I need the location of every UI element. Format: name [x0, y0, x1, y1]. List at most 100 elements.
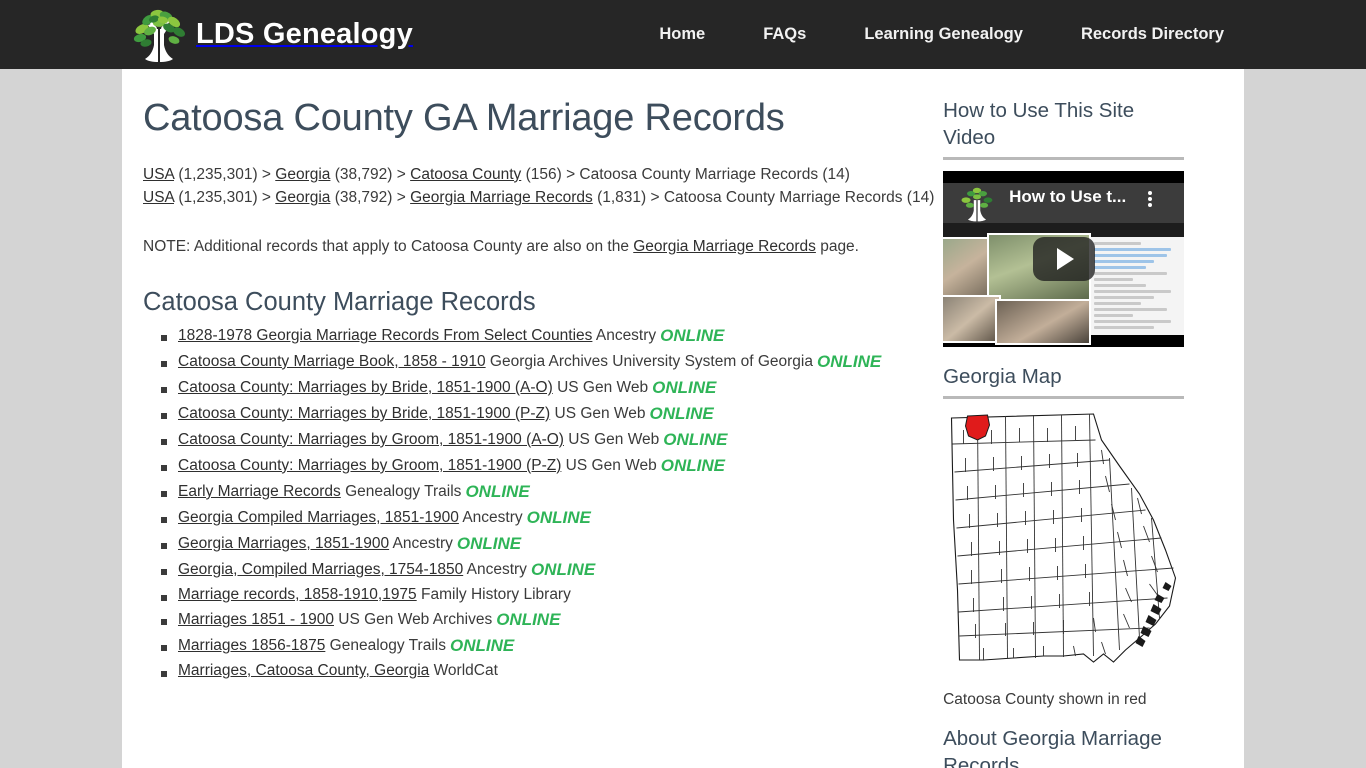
record-list-item: Catoosa County: Marriages by Groom, 1851… — [161, 431, 939, 448]
online-status-badge: ONLINE — [526, 507, 591, 527]
record-source: WorldCat — [429, 662, 498, 680]
play-button-icon[interactable] — [1032, 237, 1095, 282]
nav-item-faqs[interactable]: FAQs — [734, 25, 835, 44]
record-source: Genealogy Trails — [340, 482, 462, 500]
note-suffix: page. — [815, 237, 859, 255]
breadcrumb-text: (1,235,301) > — [174, 165, 276, 183]
nav-item-records-directory[interactable]: Records Directory — [1052, 25, 1224, 44]
sidebar-section-video: How to Use This Site Video How to Use t.… — [943, 97, 1185, 348]
record-link[interactable]: Georgia, Compiled Marriages, 1754-1850 — [178, 561, 463, 578]
sidebar-section-about: About Georgia Marriage Records Marriage … — [943, 725, 1184, 768]
online-status-badge: ONLINE — [652, 377, 717, 397]
record-source: Family History Library — [416, 585, 571, 603]
record-link[interactable]: Georgia Compiled Marriages, 1851-1900 — [178, 509, 459, 526]
collage-photo — [943, 295, 1002, 344]
record-list-item: Early Marriage Records Genealogy Trails O… — [161, 483, 939, 500]
record-source: US Gen Web — [561, 456, 657, 474]
site-header: LDS Genealogy Home FAQs Learning Genealo… — [0, 0, 1366, 69]
record-link[interactable]: Catoosa County: Marriages by Bride, 1851… — [178, 405, 550, 422]
sidebar-section-map: Georgia Map Catoosa County shown in red — [943, 363, 1185, 709]
breadcrumb-link[interactable]: Catoosa County — [410, 166, 521, 183]
section-title: Catoosa County Marriage Records — [143, 287, 536, 316]
page-container: Catoosa County GA Marriage Records USA (… — [122, 69, 1244, 768]
online-status-badge: ONLINE — [530, 559, 596, 579]
record-source: US Gen Web — [563, 430, 660, 448]
record-source: US Gen Web — [550, 404, 646, 422]
online-status-badge: ONLINE — [649, 403, 714, 423]
breadcrumb-link[interactable]: Georgia Marriage Records — [410, 189, 593, 206]
record-link[interactable]: Georgia Marriages, 1851-1900 — [178, 535, 389, 552]
online-status-badge: ONLINE — [663, 429, 728, 449]
video-title: How to Use t... — [1009, 187, 1127, 207]
georgia-county-map — [943, 410, 1185, 684]
note-prefix: NOTE: Additional records that apply to C… — [143, 237, 634, 255]
record-link[interactable]: Catoosa County: Marriages by Groom, 1851… — [178, 431, 564, 448]
record-list-item: Georgia Compiled Marriages, 1851-1900 An… — [161, 509, 939, 526]
record-list-item: Marriages 1851 - 1900 US Gen Web Archive… — [161, 611, 939, 628]
breadcrumb-row: USA (1,235,301) > Georgia (38,792) > Cat… — [143, 163, 939, 187]
breadcrumb-text: (38,792) > — [330, 165, 411, 183]
breadcrumb-link[interactable]: USA — [143, 189, 174, 206]
breadcrumb: USA (1,235,301) > Georgia (38,792) > Cat… — [143, 163, 939, 210]
video-embed[interactable]: How to Use t... — [943, 171, 1185, 348]
record-list-item: Georgia, Compiled Marriages, 1754-1850 A… — [161, 561, 939, 578]
breadcrumb-link[interactable]: Georgia — [275, 189, 330, 206]
record-source: US Gen Web Archives — [333, 611, 493, 629]
breadcrumb-text: (1,831) > Catoosa County Marriage Record… — [592, 189, 935, 207]
main-content: Catoosa County GA Marriage Records USA (… — [122, 69, 939, 688]
online-status-badge: ONLINE — [449, 636, 515, 656]
video-page-text-mock — [1089, 237, 1185, 336]
breadcrumb-text: (38,792) > — [330, 189, 411, 207]
online-status-badge: ONLINE — [456, 533, 522, 553]
record-link[interactable]: Marriages 1851 - 1900 — [178, 611, 334, 628]
record-link[interactable]: Catoosa County Marriage Book, 1858 - 191… — [178, 353, 486, 370]
record-source: Ancestry — [463, 560, 527, 578]
record-list-item: Catoosa County: Marriages by Bride, 1851… — [161, 405, 939, 422]
note-text: NOTE: Additional records that apply to C… — [143, 238, 939, 256]
more-options-icon[interactable] — [1148, 191, 1153, 208]
record-list-item: Catoosa County: Marriages by Bride, 1851… — [161, 379, 939, 396]
record-link[interactable]: Marriages 1856-1875 — [178, 637, 325, 654]
breadcrumb-link[interactable]: USA — [143, 166, 174, 183]
record-list-item: 1828-1978 Georgia Marriage Records From … — [161, 327, 939, 344]
divider — [943, 396, 1185, 400]
record-list-item: Marriage records, 1858-1910,1975 Family … — [161, 587, 939, 603]
record-link[interactable]: Early Marriage Records — [178, 483, 341, 500]
note-link-georgia-marriage-records[interactable]: Georgia Marriage Records — [633, 238, 816, 255]
record-source: Ancestry — [592, 326, 657, 344]
record-link[interactable]: Marriages, Catoosa County, Georgia — [178, 662, 429, 679]
record-link[interactable]: 1828-1978 Georgia Marriage Records From … — [178, 327, 592, 344]
breadcrumb-text: (1,235,301) > — [174, 189, 276, 207]
record-source: Genealogy Trails — [325, 637, 446, 655]
collage-photo — [995, 299, 1092, 346]
record-link[interactable]: Marriage records, 1858-1910,1975 — [178, 586, 417, 603]
online-status-badge: ONLINE — [660, 455, 725, 475]
record-source: US Gen Web — [552, 378, 649, 396]
family-tree-icon — [133, 9, 185, 62]
logo-text: LDS Genealogy — [196, 18, 413, 50]
records-list: 1828-1978 Georgia Marriage Records From … — [143, 327, 939, 679]
record-list-item: Georgia Marriages, 1851-1900 Ancestry ONL… — [161, 535, 939, 552]
video-tree-logo-icon — [961, 187, 993, 222]
sidebar-heading-map: Georgia Map — [943, 365, 1062, 389]
map-caption: Catoosa County shown in red — [943, 691, 1147, 709]
record-link[interactable]: Catoosa County: Marriages by Groom, 1851… — [178, 457, 561, 474]
site-logo[interactable]: LDS Genealogy — [128, 0, 413, 69]
online-status-badge: ONLINE — [496, 610, 561, 630]
breadcrumb-link[interactable]: Georgia — [275, 166, 330, 183]
record-link[interactable]: Catoosa County: Marriages by Bride, 1851… — [178, 379, 553, 396]
divider — [943, 157, 1185, 161]
online-status-badge: ONLINE — [816, 351, 882, 371]
nav-item-home[interactable]: Home — [630, 25, 734, 44]
breadcrumb-row: USA (1,235,301) > Georgia (38,792) > Geo… — [143, 186, 939, 210]
online-status-badge: ONLINE — [465, 481, 530, 501]
georgia-map-svg — [951, 413, 1177, 663]
sidebar-heading-about: About Georgia Marriage Records — [943, 727, 1162, 768]
online-status-badge: ONLINE — [660, 325, 725, 345]
record-list-item: Catoosa County Marriage Book, 1858 - 191… — [161, 353, 939, 370]
nav-item-learning-genealogy[interactable]: Learning Genealogy — [835, 25, 1052, 44]
breadcrumb-text: (156) > Catoosa County Marriage Records … — [521, 165, 850, 183]
sidebar: How to Use This Site Video How to Use t.… — [943, 69, 1244, 768]
record-list-item: Marriages 1856-1875 Genealogy Trails ONLI… — [161, 637, 939, 654]
record-list-item: Marriages, Catoosa County, Georgia World… — [161, 663, 939, 679]
